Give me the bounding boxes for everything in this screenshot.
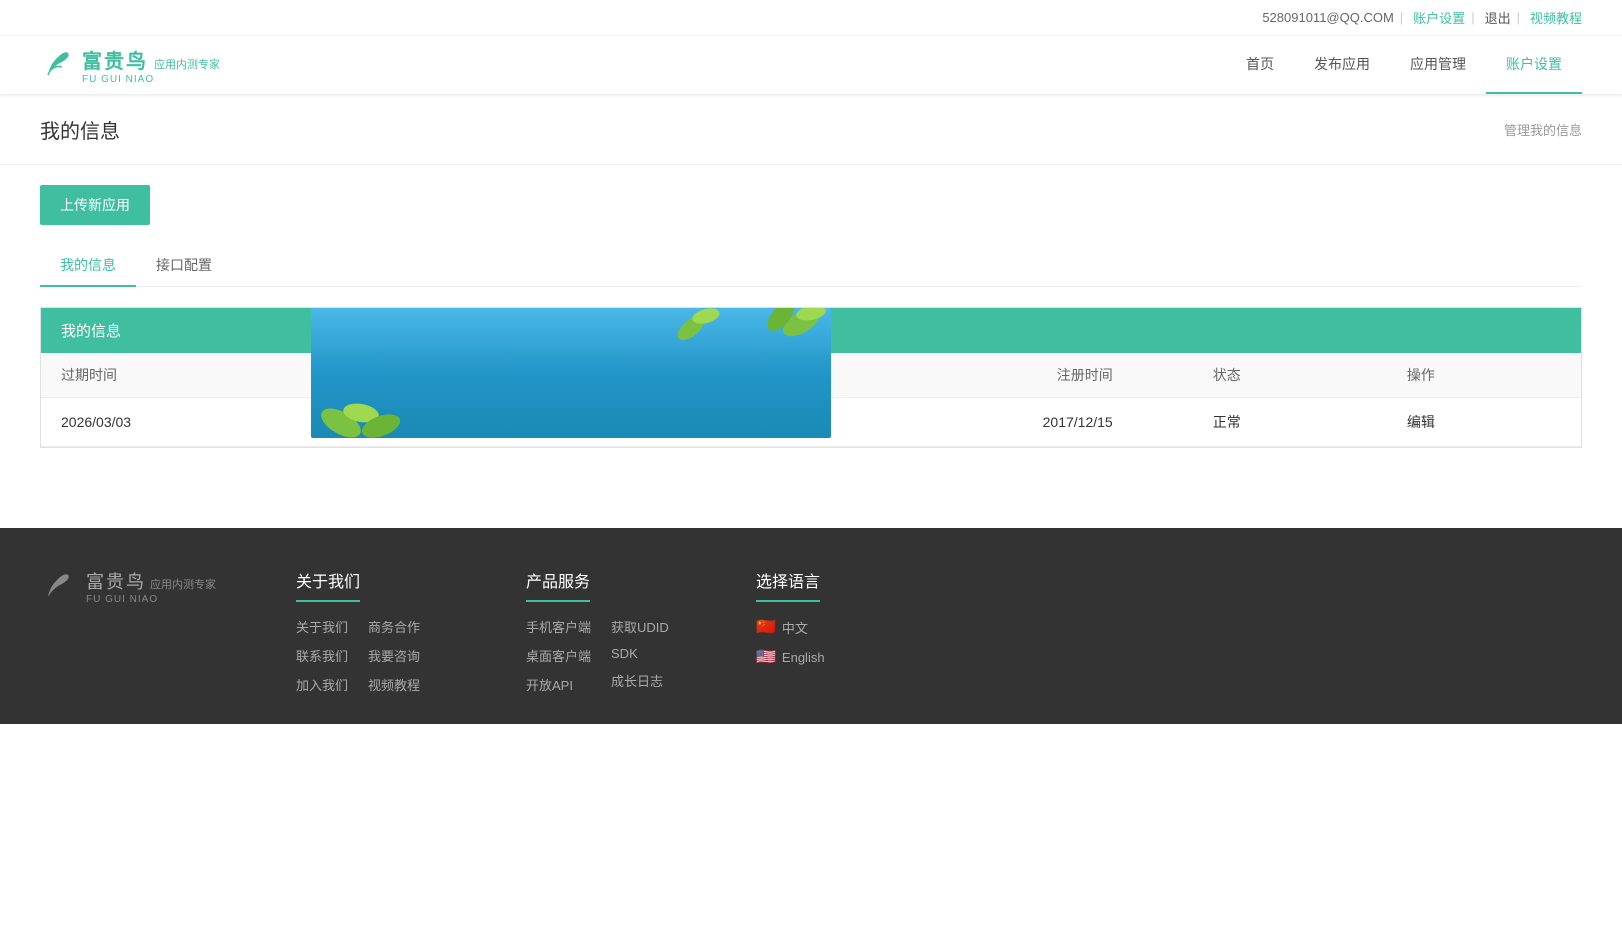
footer-logo-sub: FU GUI NIAO xyxy=(86,594,216,605)
upload-new-app-button[interactable]: 上传新应用 xyxy=(40,185,150,225)
lang-option-chinese[interactable]: 🇨🇳 中文 xyxy=(756,617,906,637)
footer: 富贵鸟 应用内测专家 FU GUI NIAO 关于我们 关于我们 联系我们 加入… xyxy=(0,528,1622,724)
cell-expire: 2026/03/03 xyxy=(41,398,355,447)
logout-link[interactable]: 退出 xyxy=(1485,8,1511,27)
sep2: | xyxy=(1471,10,1474,25)
main-content: 上传新应用 我的信息 接口配置 我的信息 xyxy=(0,165,1622,468)
footer-link-consult[interactable]: 我要咨询 xyxy=(368,646,420,665)
footer-lang-title: 选择语言 xyxy=(756,568,820,602)
footer-products-title: 产品服务 xyxy=(526,568,590,602)
footer-link-udid[interactable]: 获取UDID xyxy=(611,617,669,636)
footer-link-about-us[interactable]: 关于我们 xyxy=(296,617,348,636)
breadcrumb: 管理我的信息 xyxy=(1504,120,1582,139)
footer-about-title: 关于我们 xyxy=(296,568,360,602)
nav-item-account[interactable]: 账户设置 xyxy=(1486,36,1582,94)
sep1: | xyxy=(1400,10,1403,25)
english-flag-icon: 🇺🇸 xyxy=(756,647,776,667)
nav-links: 首页 发布应用 应用管理 账户设置 xyxy=(1226,36,1582,94)
lang-option-english[interactable]: 🇺🇸 English xyxy=(756,647,906,667)
tab-api-config[interactable]: 接口配置 xyxy=(136,245,232,287)
logo-tagline: 应用内测专家 xyxy=(154,56,220,72)
page-title: 我的信息 xyxy=(40,115,120,144)
nav-bar: 富贵鸟 应用内测专家 FU GUI NIAO 首页 发布应用 应用管理 账户设置 xyxy=(0,36,1622,95)
footer-link-desktop[interactable]: 桌面客户端 xyxy=(526,646,591,665)
logo[interactable]: 富贵鸟 应用内测专家 FU GUI NIAO xyxy=(40,45,220,85)
info-card: 我的信息 过期时间 xyxy=(40,307,1582,448)
footer-product-links: 手机客户端 桌面客户端 开放API 获取UDID SDK 成长日志 xyxy=(526,617,676,694)
footer-logo-section: 富贵鸟 应用内测专家 FU GUI NIAO xyxy=(40,568,216,605)
footer-products-section: 产品服务 手机客户端 桌面客户端 开放API 获取UDID SDK 成长日志 xyxy=(526,568,676,694)
tab-my-info[interactable]: 我的信息 xyxy=(40,245,136,287)
logo-sub-text: FU GUI NIAO xyxy=(82,74,220,85)
logo-main-text: 富贵鸟 xyxy=(82,45,148,74)
page-title-bar: 我的信息 管理我的信息 xyxy=(0,95,1622,165)
footer-logo-icon xyxy=(40,569,76,605)
cell-action-edit[interactable]: 编辑 xyxy=(1387,398,1581,447)
footer-about-links: 关于我们 联系我们 加入我们 商务合作 我要咨询 视频教程 xyxy=(296,617,446,694)
footer-logo-tagline: 应用内测专家 xyxy=(150,576,216,592)
full-header: 528091011@QQ.COM | 账户设置 | 退出 | 视频教程 富贵鸟 … xyxy=(0,0,1622,95)
nav-item-publish[interactable]: 发布应用 xyxy=(1294,36,1390,94)
footer-link-business[interactable]: 商务合作 xyxy=(368,617,420,636)
footer-link-join[interactable]: 加入我们 xyxy=(296,675,348,694)
footer-about-section: 关于我们 关于我们 联系我们 加入我们 商务合作 我要咨询 视频教程 xyxy=(296,568,446,694)
cell-status: 正常 xyxy=(1193,398,1387,447)
top-user-bar: 528091011@QQ.COM | 账户设置 | 退出 | 视频教程 xyxy=(0,0,1622,36)
account-settings-link[interactable]: 账户设置 xyxy=(1413,8,1465,27)
footer-link-contact[interactable]: 联系我们 xyxy=(296,646,348,665)
footer-link-video[interactable]: 视频教程 xyxy=(368,675,420,694)
lang-english-label: English xyxy=(782,650,825,665)
col-expire: 过期时间 xyxy=(41,353,355,398)
tabs: 我的信息 接口配置 xyxy=(40,245,1582,287)
footer-content: 富贵鸟 应用内测专家 FU GUI NIAO 关于我们 关于我们 联系我们 加入… xyxy=(40,568,1582,694)
lang-chinese-label: 中文 xyxy=(782,618,808,637)
footer-link-changelog[interactable]: 成长日志 xyxy=(611,671,669,690)
footer-lang-options: 🇨🇳 中文 🇺🇸 English xyxy=(756,617,906,667)
nav-item-manage[interactable]: 应用管理 xyxy=(1390,36,1486,94)
footer-lang-section: 选择语言 🇨🇳 中文 🇺🇸 English xyxy=(756,568,906,677)
footer-link-mobile[interactable]: 手机客户端 xyxy=(526,617,591,636)
footer-logo: 富贵鸟 应用内测专家 FU GUI NIAO xyxy=(40,568,216,605)
logo-bird-icon xyxy=(40,47,76,83)
footer-logo-main: 富贵鸟 xyxy=(86,568,146,594)
sep3: | xyxy=(1517,10,1520,25)
col-status: 状态 xyxy=(1193,353,1387,398)
video-tutorial-link[interactable]: 视频教程 xyxy=(1530,8,1582,27)
nav-item-home[interactable]: 首页 xyxy=(1226,36,1294,94)
footer-link-sdk[interactable]: SDK xyxy=(611,646,669,661)
decorative-banner xyxy=(311,308,831,438)
chinese-flag-icon: 🇨🇳 xyxy=(756,617,776,637)
banner-svg xyxy=(311,308,831,438)
col-action: 操作 xyxy=(1387,353,1581,398)
user-email: 528091011@QQ.COM xyxy=(1262,10,1393,25)
footer-link-openapi[interactable]: 开放API xyxy=(526,675,591,694)
